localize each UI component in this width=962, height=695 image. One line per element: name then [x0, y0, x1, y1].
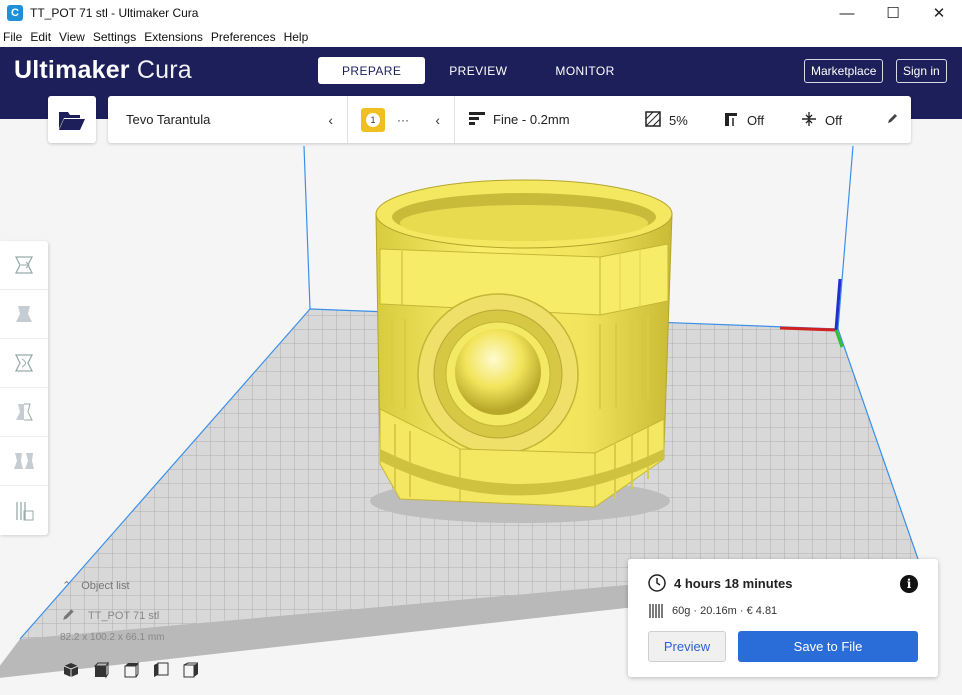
chevron-left-icon: ‹ — [435, 112, 440, 128]
material-estimate: 60g · 20.16m · € 4.81 — [648, 603, 777, 619]
menu-bar: File Edit View Settings Extensions Prefe… — [0, 27, 962, 47]
quality-icon — [469, 111, 485, 128]
object-list-item[interactable]: TT_POT 71 stl — [62, 607, 159, 624]
profile-label: Fine - 0.2mm — [493, 112, 570, 127]
adhesion-icon — [801, 111, 817, 130]
printer-name: Tevo Tarantula — [126, 112, 211, 127]
move-tool-button[interactable] — [0, 241, 48, 290]
infill-value: 5% — [669, 113, 688, 128]
menu-settings[interactable]: Settings — [89, 30, 140, 44]
top-view-icon[interactable] — [122, 661, 140, 679]
chevron-left-icon: ‹ — [328, 112, 333, 128]
print-summary-panel: 4 hours 18 minutes i 60g · 20.16m · € 4.… — [628, 559, 938, 677]
tab-prepare[interactable]: PREPARE — [318, 57, 426, 84]
preview-button[interactable]: Preview — [648, 631, 726, 662]
info-icon[interactable]: i — [900, 575, 918, 593]
support-value: Off — [747, 113, 765, 128]
mirror-tool-button[interactable] — [0, 388, 48, 437]
object-name: TT_POT 71 stl — [88, 609, 160, 622]
cura-app-icon: C — [7, 5, 23, 21]
clock-icon — [648, 574, 666, 592]
menu-extensions[interactable]: Extensions — [140, 30, 207, 44]
print-time: 4 hours 18 minutes — [648, 574, 792, 592]
profile-setting: Fine - 0.2mm — [469, 111, 570, 128]
per-model-settings-button[interactable] — [0, 437, 48, 486]
minimize-button[interactable]: — — [824, 0, 870, 26]
support-setting: Off — [723, 111, 764, 130]
pencil-icon — [62, 607, 76, 624]
save-to-file-button[interactable]: Save to File — [738, 631, 918, 662]
tab-monitor[interactable]: MONITOR — [531, 57, 638, 84]
menu-edit[interactable]: Edit — [26, 30, 55, 44]
left-view-icon[interactable] — [152, 661, 170, 679]
mirror-icon — [16, 403, 33, 421]
support-blocker-icon — [16, 501, 34, 520]
support-icon — [723, 111, 739, 130]
extruder-selector[interactable]: 1 ··· ‹ — [348, 96, 455, 143]
marketplace-button[interactable]: Marketplace — [804, 59, 884, 83]
transform-toolbar — [0, 241, 48, 535]
close-button[interactable]: ✕ — [916, 0, 962, 26]
scale-icon — [16, 306, 32, 322]
tab-preview[interactable]: PREVIEW — [425, 57, 531, 84]
per-model-settings-icon — [14, 453, 34, 469]
print-settings-selector[interactable]: Fine - 0.2mm 5% Off Off — [455, 96, 911, 143]
print-setup-bar: Tevo Tarantula ‹ 1 ··· ‹ Fine - 0.2mm 5%… — [108, 96, 911, 143]
window-title: TT_POT 71 stl - Ultimaker Cura — [30, 6, 199, 20]
pencil-icon — [887, 112, 899, 127]
view-orientation-bar — [62, 661, 200, 679]
chevron-up-icon: ⌃ — [62, 580, 72, 592]
printer-selector[interactable]: Tevo Tarantula ‹ — [108, 96, 348, 143]
infill-icon — [645, 111, 661, 130]
scale-tool-button[interactable] — [0, 290, 48, 339]
spool-icon — [649, 604, 663, 618]
adhesion-value: Off — [825, 113, 843, 128]
rotate-tool-button[interactable] — [0, 339, 48, 388]
infill-setting: 5% — [645, 111, 688, 130]
ultimaker-cura-logo: Ultimaker Cura — [14, 56, 192, 85]
menu-file[interactable]: File — [0, 30, 26, 44]
3d-view-icon[interactable] — [62, 661, 80, 679]
window-titlebar: C TT_POT 71 stl - Ultimaker Cura — ☐ ✕ — [0, 0, 962, 26]
extruder-icon: 1 — [361, 107, 385, 132]
folder-open-icon — [59, 111, 85, 130]
menu-preferences[interactable]: Preferences — [207, 30, 280, 44]
front-view-icon[interactable] — [92, 661, 110, 679]
object-list-toggle[interactable]: ⌃ Object list — [62, 579, 130, 593]
object-dimensions: 82.2 x 100.2 x 66.1 mm — [60, 632, 165, 643]
extruder-material: ··· — [397, 112, 409, 127]
open-file-button[interactable] — [48, 96, 96, 143]
logo-product: Cura — [136, 56, 192, 84]
extruder-number: 1 — [366, 112, 380, 127]
edit-settings[interactable] — [887, 112, 899, 127]
stage-tabs: PREPARE PREVIEW MONITOR — [318, 57, 639, 84]
adhesion-setting: Off — [801, 111, 842, 130]
right-view-icon[interactable] — [182, 661, 200, 679]
object-list-title: Object list — [81, 579, 130, 592]
maximize-button[interactable]: ☐ — [870, 0, 916, 26]
logo-brand: Ultimaker — [14, 56, 130, 84]
sign-in-button[interactable]: Sign in — [896, 59, 947, 83]
print-time-label: 4 hours 18 minutes — [674, 575, 793, 591]
menu-view[interactable]: View — [55, 30, 89, 44]
window-controls: — ☐ ✕ — [824, 0, 962, 26]
menu-help[interactable]: Help — [280, 30, 313, 44]
rotate-icon — [14, 354, 34, 372]
move-icon — [14, 256, 34, 274]
support-blocker-button[interactable] — [0, 486, 48, 535]
material-label: 60g · 20.16m · € 4.81 — [672, 605, 778, 617]
